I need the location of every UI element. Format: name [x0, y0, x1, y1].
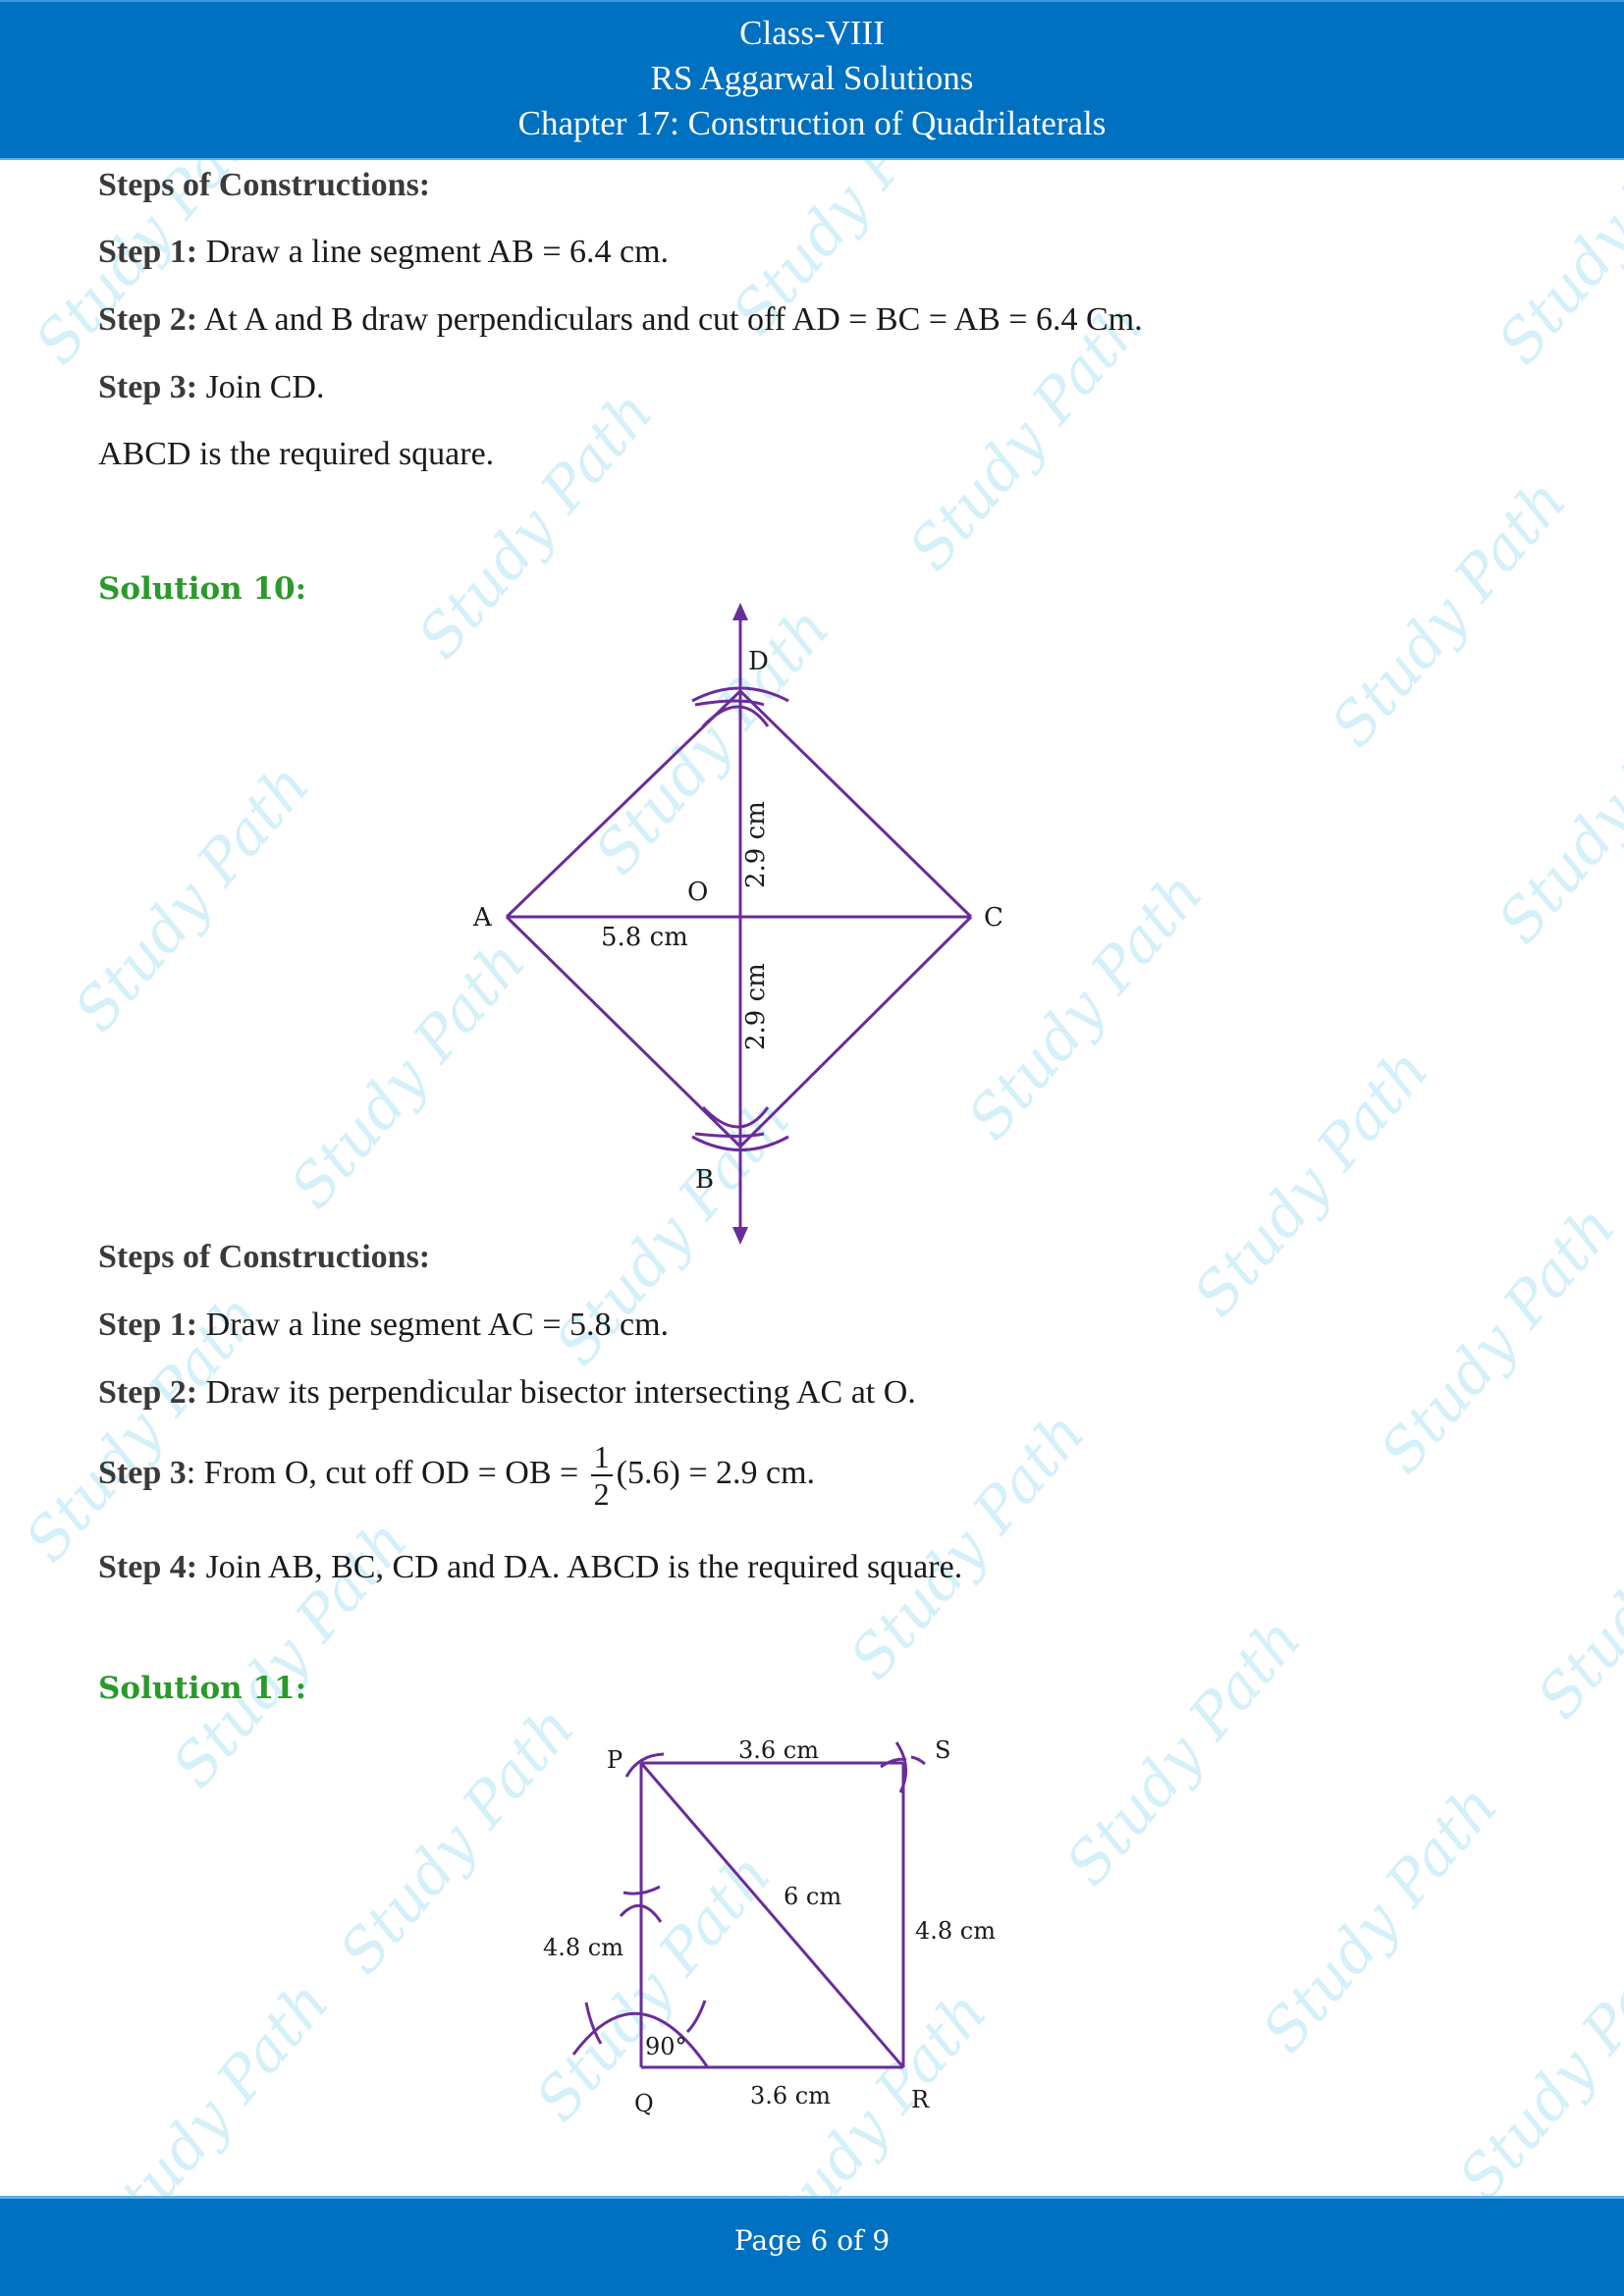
header-chapter: Chapter 17: Construction of Quadrilatera…: [517, 104, 1107, 142]
label-od: 2.9 cm: [741, 801, 771, 888]
watermark: Study Path: [1180, 1036, 1443, 1330]
page-header: Class-VIII RS Aggarwal Solutions Chapter…: [0, 0, 1624, 160]
point-q-label: Q: [634, 2090, 654, 2117]
watermark: Study Path: [1524, 1439, 1624, 1733]
label-ps: 3.6 cm: [738, 1736, 819, 1764]
watermark: Study Path: [1053, 1605, 1316, 1899]
fraction-half: 12: [590, 1439, 613, 1512]
label-pq: 4.8 cm: [543, 1934, 623, 1961]
step-3: Step 3: Join CD.: [98, 369, 325, 405]
step-2: Step 2: At A and B draw perpendiculars a…: [98, 301, 1143, 338]
point-p-label: P: [607, 1746, 623, 1774]
watermark: Study Path: [837, 1399, 1100, 1693]
arc-lower-2: [701, 1105, 770, 1129]
sol10-step-3: Step 3: From O, cut off OD = OB = 1 2 (5.6…: [98, 1439, 816, 1512]
watermark: Study Path: [1318, 466, 1581, 761]
conclusion: ABCD is the required square.: [98, 436, 495, 472]
page-number: Page 6 of 9: [733, 2224, 891, 2257]
header-book: RS Aggarwal Solutions: [650, 59, 974, 97]
solution-11-title: Solution 11:: [98, 1671, 307, 1706]
steps-heading: Steps of Constructions:: [98, 167, 431, 203]
point-b-label: B: [695, 1165, 714, 1195]
point-o-label: O: [687, 878, 708, 907]
point-a-label: A: [472, 903, 493, 933]
watermark: Study Path: [1485, 663, 1624, 957]
step-1: Step 1: Draw a line segment AB = 6.4 cm.: [98, 234, 670, 270]
watermark: Study Path: [61, 751, 324, 1045]
rectangle-diagram-pqrs: P S Q R 3.6 cm 6 cm 4.8 cm 4.8 cm 90° 3.…: [543, 1736, 996, 2117]
point-c-label: C: [984, 903, 1003, 933]
label-angle-q: 90°: [645, 2033, 687, 2060]
label-pr: 6 cm: [784, 1883, 841, 1910]
arc-s-2: [910, 1755, 926, 1766]
side-dc: [738, 689, 973, 919]
header-class: Class-VIII: [739, 14, 885, 52]
diagonal-pr: [639, 1762, 905, 2068]
point-d-label: D: [748, 647, 769, 676]
solution-10-title: Solution 10:: [98, 571, 307, 607]
label-ob: 2.9 cm: [741, 963, 771, 1050]
watermark: Study Path: [1249, 1772, 1512, 2066]
steps-heading-2: Steps of Constructions:: [98, 1239, 431, 1275]
watermark: Study Path: [1367, 1193, 1624, 1487]
label-ac: 5.8 cm: [601, 923, 688, 952]
square-diagram-abcd: D O A C B 5.8 cm 2.9 cm 2.9 cm: [472, 603, 1003, 1245]
page-footer: Page 6 of 9: [0, 2196, 1624, 2296]
arrow-down-icon: [732, 1227, 748, 1245]
arrow-up-icon: [732, 603, 748, 620]
watermark: Study Path: [1445, 1919, 1624, 2214]
side-cb: [738, 915, 973, 1148]
point-s-label: S: [935, 1736, 950, 1764]
label-sr: 4.8 cm: [915, 1917, 996, 1945]
sol10-step-1: Step 1: Draw a line segment AC = 5.8 cm.: [98, 1307, 670, 1343]
sol10-step-4: Step 4: Join AB, BC, CD and DA. ABCD is …: [98, 1549, 963, 1585]
label-qr: 3.6 cm: [750, 2082, 831, 2109]
sol10-step-2: Step 2: Draw its perpendicular bisector …: [98, 1374, 916, 1411]
arc-q-right: [685, 2000, 707, 2034]
point-r-label: R: [911, 2086, 930, 2113]
